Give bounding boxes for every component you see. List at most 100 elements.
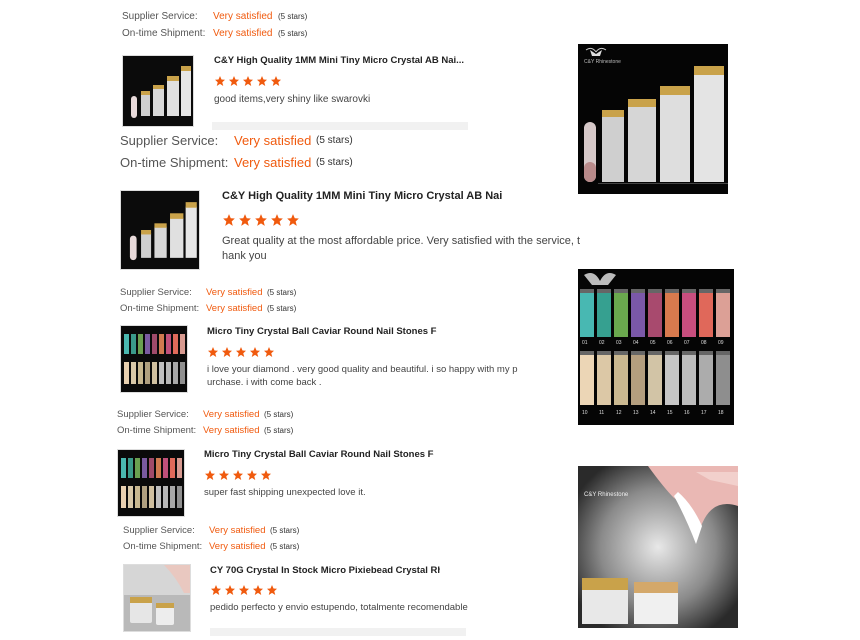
star-icon bbox=[255, 214, 267, 226]
tube-number: 08 bbox=[701, 340, 707, 346]
tube-number: 14 bbox=[650, 410, 656, 416]
star-icon bbox=[239, 214, 251, 226]
product-title[interactable]: Micro Tiny Crystal Ball Caviar Round Nai… bbox=[204, 449, 434, 460]
rating-stars bbox=[222, 213, 302, 227]
product-title[interactable]: C&Y High Quality 1MM Mini Tiny Micro Cry… bbox=[222, 190, 502, 202]
rating-stars bbox=[204, 469, 274, 481]
supplier-service-stars: (5 stars) bbox=[267, 288, 297, 297]
review-text: super fast shipping unexpected love it. bbox=[204, 487, 366, 498]
supplier-service-value: Very satisfied bbox=[209, 525, 266, 536]
star-icon bbox=[261, 470, 271, 480]
brand-text: C&Y Rhinestone bbox=[584, 492, 629, 498]
star-icon bbox=[257, 76, 267, 86]
tube-number: 02 bbox=[599, 340, 605, 346]
crystal-bottles-photo[interactable]: C&Y Rhinestone bbox=[578, 44, 728, 194]
tube-number: 18 bbox=[718, 410, 724, 416]
supplier-service-stars: (5 stars) bbox=[270, 526, 300, 535]
on-time-shipment-stars: (5 stars) bbox=[264, 426, 294, 435]
tube-number: 05 bbox=[650, 340, 656, 346]
star-icon bbox=[271, 76, 281, 86]
star-icon bbox=[253, 585, 263, 595]
tube-number: 13 bbox=[633, 410, 639, 416]
tube-number: 09 bbox=[718, 340, 724, 346]
star-icon bbox=[236, 347, 246, 357]
tube-number: 16 bbox=[684, 410, 690, 416]
supplier-service-value: Very satisfied bbox=[234, 133, 312, 148]
on-time-shipment-stars: (5 stars) bbox=[267, 304, 297, 313]
star-icon bbox=[250, 347, 260, 357]
product-thumbnail[interactable] bbox=[123, 564, 191, 632]
tube-number: 15 bbox=[667, 410, 673, 416]
pixiebead-jars-photo-icon: C&Y Rhinestone bbox=[578, 466, 738, 628]
on-time-shipment-value: Very satisfied bbox=[206, 303, 263, 314]
review-text-line: Great quality at the most affordable pri… bbox=[222, 235, 581, 247]
supplier-service-value: Very satisfied bbox=[213, 11, 273, 22]
tube-number: 10 bbox=[582, 410, 588, 416]
divider-bar bbox=[212, 122, 468, 130]
tube-number: 17 bbox=[701, 410, 707, 416]
star-icon bbox=[243, 76, 253, 86]
product-title[interactable]: CY 70G Crystal In Stock Micro Pixiebead … bbox=[210, 565, 440, 576]
on-time-shipment-label: On-time Shipment: bbox=[122, 28, 206, 39]
product-title[interactable]: Micro Tiny Crystal Ball Caviar Round Nai… bbox=[207, 326, 437, 337]
on-time-shipment-stars: (5 stars) bbox=[270, 542, 300, 551]
rating-stars bbox=[210, 584, 280, 596]
on-time-shipment-stars: (5 stars) bbox=[316, 157, 353, 168]
supplier-service-label: Supplier Service: bbox=[120, 287, 192, 298]
star-icon bbox=[239, 585, 249, 595]
review-text: good items,very shiny like swarovki bbox=[214, 94, 371, 105]
crystal-bottles-photo-icon: C&Y Rhinestone bbox=[578, 44, 728, 194]
supplier-service-label: Supplier Service: bbox=[122, 11, 198, 22]
star-icon bbox=[205, 470, 215, 480]
divider-bar bbox=[210, 628, 466, 636]
supplier-service-label: Supplier Service: bbox=[117, 409, 189, 420]
crystal-bottles-icon bbox=[123, 56, 193, 126]
crystal-bottles-icon bbox=[121, 191, 199, 269]
on-time-shipment-stars: (5 stars) bbox=[278, 29, 308, 38]
pixiebead-jars-icon bbox=[124, 565, 190, 631]
tube-number: 11 bbox=[599, 410, 604, 416]
star-icon bbox=[264, 347, 274, 357]
star-icon bbox=[208, 347, 218, 357]
on-time-shipment-label: On-time Shipment: bbox=[123, 541, 203, 552]
caviar-tubes-photo-icon: 01 02 03 04 05 06 07 08 09 10 11 12 13 1… bbox=[578, 269, 734, 425]
on-time-shipment-value: Very satisfied bbox=[213, 28, 273, 39]
star-icon bbox=[211, 585, 221, 595]
brand-text: C&Y Rhinestone bbox=[584, 59, 621, 65]
supplier-service-stars: (5 stars) bbox=[264, 410, 294, 419]
review-text-line: hank you bbox=[222, 250, 267, 262]
star-icon bbox=[271, 214, 283, 226]
star-icon bbox=[223, 214, 235, 226]
tube-number: 01 bbox=[582, 340, 588, 346]
supplier-service-stars: (5 stars) bbox=[278, 12, 308, 21]
product-thumbnail[interactable] bbox=[120, 325, 188, 393]
supplier-service-label: Supplier Service: bbox=[120, 133, 219, 148]
on-time-shipment-value: Very satisfied bbox=[209, 541, 266, 552]
on-time-shipment-label: On-time Shipment: bbox=[120, 303, 200, 314]
star-icon bbox=[247, 470, 257, 480]
on-time-shipment-value: Very satisfied bbox=[234, 155, 312, 170]
caviar-tubes-photo[interactable]: 01 02 03 04 05 06 07 08 09 10 11 12 13 1… bbox=[578, 269, 734, 425]
product-thumbnail[interactable] bbox=[122, 55, 194, 127]
supplier-service-label: Supplier Service: bbox=[123, 525, 195, 536]
on-time-shipment-label: On-time Shipment: bbox=[120, 155, 229, 170]
product-thumbnail[interactable] bbox=[120, 190, 200, 270]
rating-stars bbox=[214, 75, 284, 87]
star-icon bbox=[219, 470, 229, 480]
supplier-service-stars: (5 stars) bbox=[316, 135, 353, 146]
pixiebead-jars-photo[interactable]: C&Y Rhinestone bbox=[578, 466, 738, 628]
supplier-service-value: Very satisfied bbox=[203, 409, 260, 420]
tube-number: 12 bbox=[616, 410, 622, 416]
caviar-tubes-icon bbox=[118, 450, 184, 516]
tube-number: 04 bbox=[633, 340, 639, 346]
on-time-shipment-value: Very satisfied bbox=[203, 425, 260, 436]
tube-number: 03 bbox=[616, 340, 622, 346]
star-icon bbox=[267, 585, 277, 595]
review-text: pedido perfecto y envio estupendo, total… bbox=[210, 602, 468, 613]
on-time-shipment-label: On-time Shipment: bbox=[117, 425, 197, 436]
star-icon bbox=[225, 585, 235, 595]
product-thumbnail[interactable] bbox=[117, 449, 185, 517]
product-title[interactable]: C&Y High Quality 1MM Mini Tiny Micro Cry… bbox=[214, 55, 464, 66]
star-icon bbox=[222, 347, 232, 357]
star-icon bbox=[215, 76, 225, 86]
